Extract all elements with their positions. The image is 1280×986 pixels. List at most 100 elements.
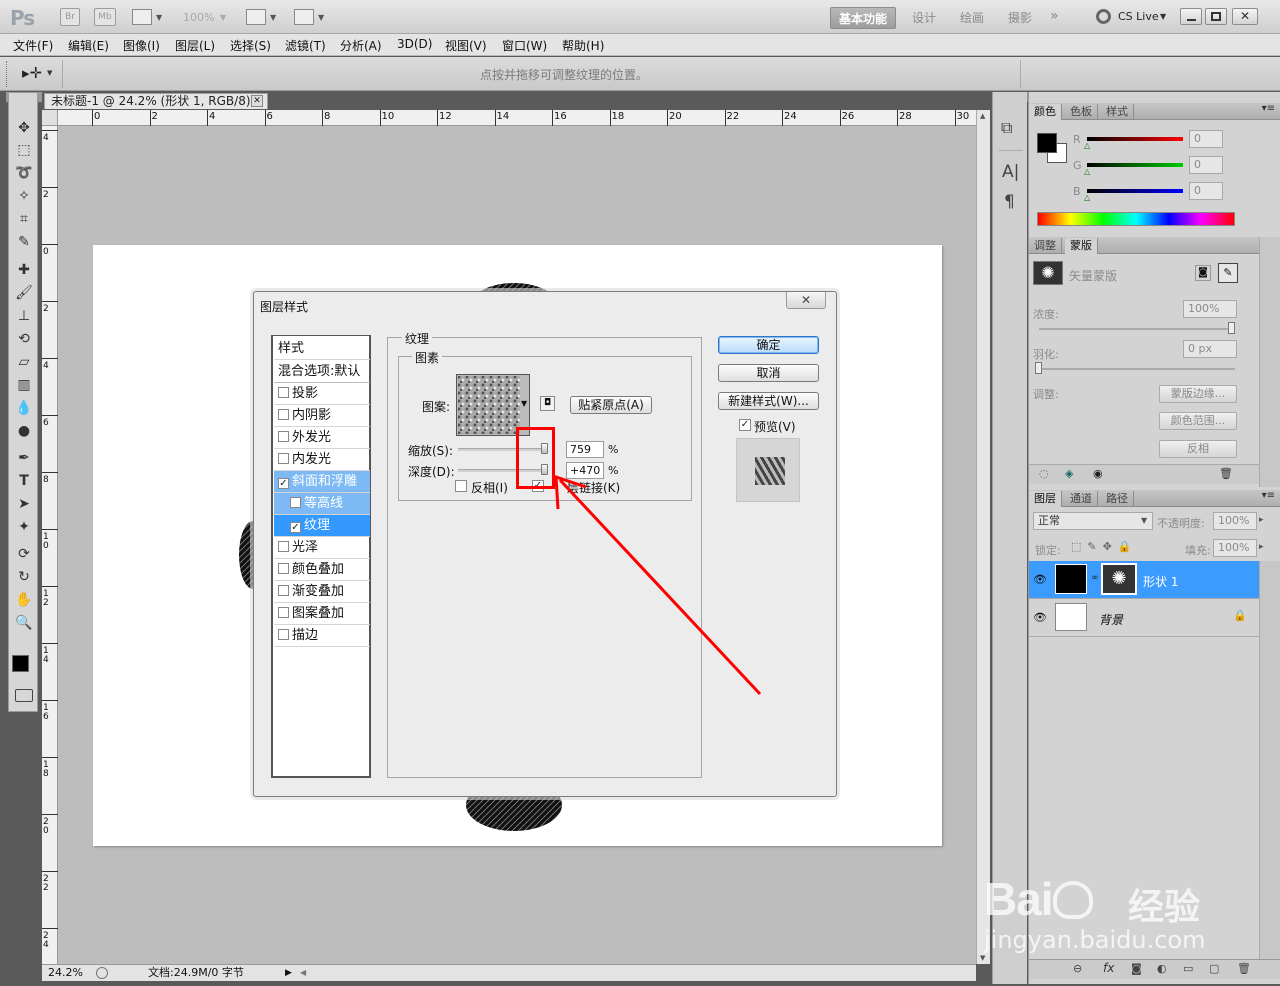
apply-mask-icon[interactable]: ◈ xyxy=(1065,467,1073,480)
restore-button[interactable] xyxy=(1205,8,1227,25)
opacity-input[interactable]: 100% xyxy=(1213,512,1257,530)
checkbox[interactable] xyxy=(278,585,289,596)
chevron-down-icon[interactable]: ▼ xyxy=(47,69,52,77)
styles-header[interactable]: 样式 xyxy=(274,338,370,360)
eyedropper-tool-icon[interactable]: ✎ xyxy=(13,233,35,251)
brush-tool-icon[interactable]: 🖌 xyxy=(13,284,35,302)
path-selection-tool-icon[interactable]: ➤ xyxy=(13,495,35,513)
add-mask-icon[interactable]: ◙ xyxy=(1131,962,1142,975)
3d-rotate-tool-icon[interactable]: ⟳ xyxy=(13,545,35,563)
visibility-eye-icon[interactable]: ◉ xyxy=(1093,467,1103,480)
tab-paths[interactable]: 路径 xyxy=(1101,491,1134,507)
blur-tool-icon[interactable]: 💧 xyxy=(13,399,35,417)
menu-layer[interactable]: 图层(L) xyxy=(175,37,215,54)
checkbox[interactable] xyxy=(278,409,289,420)
dialog-close-button[interactable]: ✕ xyxy=(786,292,826,309)
vector-mask-layer-thumbnail[interactable]: ✺ xyxy=(1101,563,1137,595)
layer-name[interactable]: 形状 1 xyxy=(1143,573,1178,590)
arrange-documents-icon[interactable] xyxy=(246,9,266,25)
fx-icon[interactable]: fx xyxy=(1103,961,1114,975)
load-selection-icon[interactable]: ◌ xyxy=(1039,467,1049,480)
lock-icons[interactable]: ⬚✎✥🔒 xyxy=(1071,540,1138,553)
style-inner-shadow[interactable]: 内阴影 xyxy=(274,405,370,427)
color-foreground-swatch[interactable] xyxy=(1037,133,1057,153)
density-input[interactable]: 100% xyxy=(1183,300,1237,318)
red-value-input[interactable]: 0 xyxy=(1189,130,1223,148)
chevron-down-icon[interactable]: ▼ xyxy=(270,13,276,22)
tab-layers[interactable]: 图层 xyxy=(1029,491,1062,507)
character-panel-icon[interactable]: A| xyxy=(1002,162,1019,182)
feather-slider-thumb[interactable] xyxy=(1035,362,1042,374)
3d-orbit-tool-icon[interactable]: ↻ xyxy=(13,568,35,586)
quick-mask-icon[interactable] xyxy=(15,689,33,702)
more-workspaces-icon[interactable]: » xyxy=(1050,8,1059,24)
mask-invert-button[interactable]: 反相 xyxy=(1159,440,1237,458)
tab-adjustments[interactable]: 调整 xyxy=(1029,238,1062,254)
panel-menu-icon[interactable]: ▾≡ xyxy=(1262,103,1275,114)
checkbox[interactable] xyxy=(278,387,289,398)
pixel-mask-icon[interactable]: ◙ xyxy=(1195,265,1211,281)
workspace-essentials[interactable]: 基本功能 xyxy=(830,7,896,29)
layer-name[interactable]: 背景 xyxy=(1099,611,1123,628)
pen-tool-icon[interactable]: ✒ xyxy=(13,449,35,467)
layer-row-background[interactable]: 👁 背景 🔒 xyxy=(1029,599,1259,637)
minimize-button[interactable] xyxy=(1180,8,1202,25)
fill-arrow-icon[interactable]: ▸ xyxy=(1259,542,1264,552)
vertical-scrollbar[interactable]: ▲ ▼ xyxy=(976,110,990,964)
cs-live-icon[interactable] xyxy=(1096,9,1111,24)
preview-checkbox[interactable]: ✓ xyxy=(739,419,751,431)
adjustment-layer-icon[interactable]: ◐ xyxy=(1157,962,1167,975)
tab-channels[interactable]: 通道 xyxy=(1065,491,1098,507)
invert-checkbox[interactable] xyxy=(455,480,467,492)
checkbox-checked[interactable]: ✓ xyxy=(278,478,289,489)
checkbox[interactable] xyxy=(278,453,289,464)
status-menu-arrow-icon[interactable]: ▶ xyxy=(285,965,292,981)
view-extras-icon[interactable] xyxy=(132,9,152,25)
workspace-design[interactable]: 设计 xyxy=(904,7,944,29)
style-pattern-overlay[interactable]: 图案叠加 xyxy=(274,603,370,625)
fill-input[interactable]: 100% xyxy=(1213,539,1257,557)
healing-brush-tool-icon[interactable]: ✚ xyxy=(13,261,35,279)
density-slider-thumb[interactable] xyxy=(1228,322,1235,334)
density-slider[interactable] xyxy=(1039,328,1235,330)
document-tab[interactable]: 未标题-1 @ 24.2% (形状 1, RGB/8) * ✕ xyxy=(44,93,268,109)
opacity-arrow-icon[interactable]: ▸ xyxy=(1259,515,1264,525)
feather-input[interactable]: 0 px xyxy=(1183,340,1237,358)
new-style-button[interactable]: 新建样式(W)... xyxy=(718,392,819,410)
menu-image[interactable]: 图像(I) xyxy=(123,37,160,54)
style-color-overlay[interactable]: 颜色叠加 xyxy=(274,559,370,581)
pattern-dropdown-icon[interactable]: ▼ xyxy=(521,399,527,408)
status-zoom[interactable]: 24.2% xyxy=(48,965,83,981)
ok-button[interactable]: 确定 xyxy=(718,336,819,354)
style-drop-shadow[interactable]: 投影 xyxy=(274,383,370,405)
blend-mode-select[interactable]: 正常 xyxy=(1033,512,1153,530)
checkbox-checked[interactable]: ✓ xyxy=(290,522,301,533)
paragraph-panel-icon[interactable]: ¶ xyxy=(1004,192,1015,212)
history-panel-icon[interactable]: ⧉ xyxy=(1001,118,1012,138)
tab-color[interactable]: 颜色 xyxy=(1029,104,1062,120)
panel-menu-icon[interactable]: ▾≡ xyxy=(1262,490,1275,501)
menu-3d[interactable]: 3D(D) xyxy=(397,37,432,51)
layer-row-shape-1[interactable]: 👁 ∞ ✺ 形状 1 xyxy=(1029,561,1259,599)
green-slider-thumb[interactable]: △ xyxy=(1084,167,1090,176)
checkbox[interactable] xyxy=(278,607,289,618)
blue-slider[interactable] xyxy=(1087,189,1183,193)
workspace-photography[interactable]: 摄影 xyxy=(1000,7,1040,29)
move-tool-icon[interactable]: ✥ xyxy=(13,119,35,137)
lasso-tool-icon[interactable]: ➰ xyxy=(13,164,35,182)
scale-input[interactable]: 759 xyxy=(566,441,604,458)
move-tool-icon[interactable]: ▸✛ xyxy=(22,64,42,82)
blue-value-input[interactable]: 0 xyxy=(1189,182,1223,200)
mask-edge-button[interactable]: 蒙版边缘... xyxy=(1159,385,1237,403)
chevron-down-icon[interactable]: ▼ xyxy=(318,13,324,22)
screen-mode-icon[interactable] xyxy=(294,9,314,25)
style-bevel-emboss[interactable]: ✓ 斜面和浮雕 xyxy=(274,471,370,493)
tab-masks[interactable]: 蒙版 xyxy=(1065,238,1098,254)
green-slider[interactable] xyxy=(1087,163,1183,167)
history-brush-tool-icon[interactable]: ⟲ xyxy=(13,330,35,348)
tab-swatches[interactable]: 色板 xyxy=(1065,104,1098,120)
zoom-level[interactable]: 100% xyxy=(183,11,214,24)
menu-window[interactable]: 窗口(W) xyxy=(502,37,547,54)
workspace-painting[interactable]: 绘画 xyxy=(952,7,992,29)
visibility-eye-icon[interactable]: 👁 xyxy=(1033,573,1047,586)
